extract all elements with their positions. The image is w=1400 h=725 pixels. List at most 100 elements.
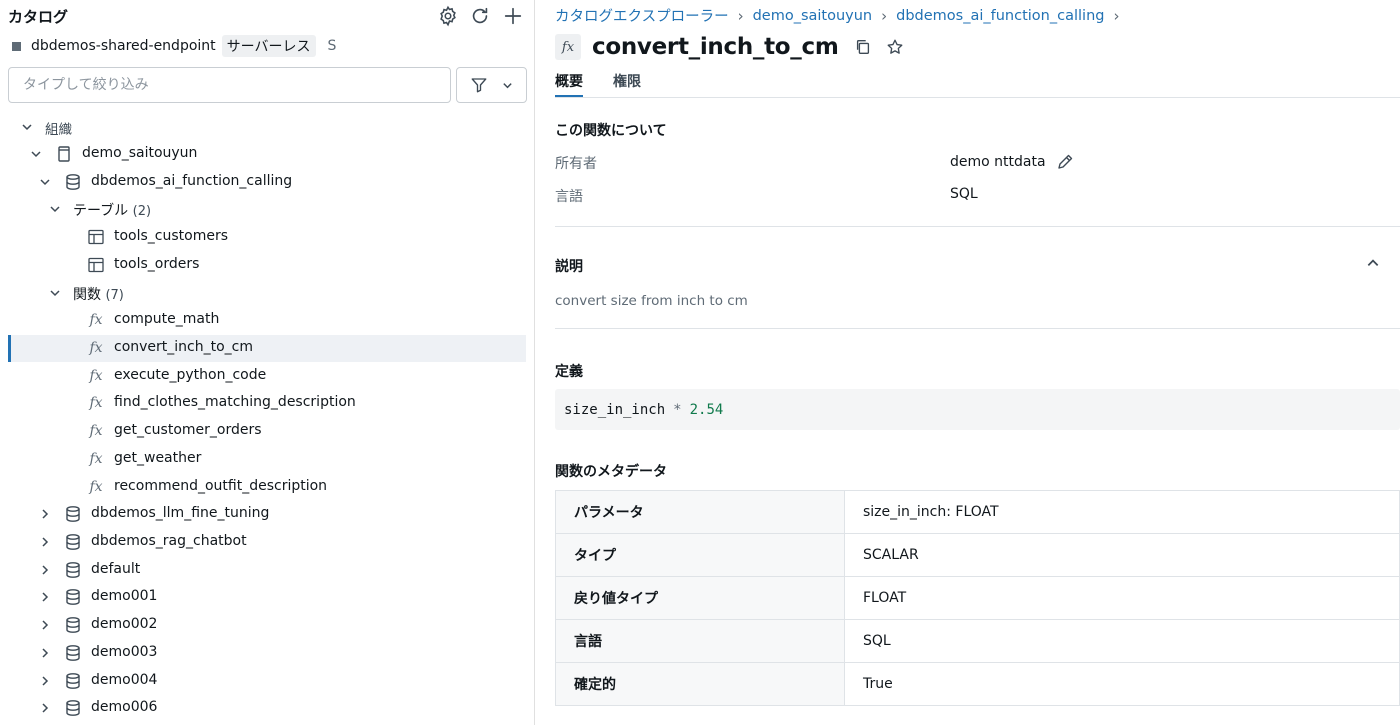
- tree-function-item[interactable]: fx get_customer_orders: [8, 418, 526, 445]
- catalog-icon: [55, 145, 73, 163]
- chevron-right-icon[interactable]: [38, 618, 52, 632]
- tree-schema-node[interactable]: demo001: [8, 584, 526, 611]
- code-identifier: size_in_inch: [564, 401, 666, 418]
- selection-indicator: [8, 335, 11, 362]
- tree-schema-node[interactable]: default: [8, 557, 526, 584]
- metadata-value: True: [844, 662, 1400, 706]
- metadata-value: FLOAT: [844, 576, 1400, 620]
- tree-tables-group[interactable]: テーブル (2): [8, 196, 526, 223]
- endpoint-name: dbdemos-shared-endpoint: [31, 38, 216, 54]
- tree-function-item[interactable]: fx recommend_outfit_description: [8, 474, 526, 501]
- tree-schema-label: demo003: [91, 644, 158, 660]
- chevron-right-icon[interactable]: [38, 590, 52, 604]
- function-icon: fx: [555, 34, 581, 60]
- definition-code-block: size_in_inch * 2.54: [555, 389, 1400, 430]
- chevron-down-icon[interactable]: [48, 202, 62, 216]
- tree-function-label: get_weather: [114, 450, 202, 466]
- copy-icon[interactable]: [853, 37, 873, 57]
- chevron-down-icon[interactable]: [48, 286, 62, 300]
- tab-overview[interactable]: 概要: [555, 69, 583, 98]
- function-icon: fx: [89, 479, 103, 495]
- tree-schema-label: default: [91, 561, 141, 577]
- chevron-up-icon[interactable]: [1366, 256, 1382, 272]
- plus-icon[interactable]: [502, 5, 524, 27]
- code-number: 2.54: [689, 401, 724, 418]
- chevron-right-icon: ›: [881, 6, 888, 25]
- tree-catalog-node[interactable]: demo_saitouyun: [8, 141, 526, 168]
- tree-schema-node[interactable]: demo006: [8, 695, 526, 722]
- chevron-right-icon[interactable]: [38, 701, 52, 715]
- function-icon: fx: [89, 312, 103, 328]
- tree-schema-label: demo001: [91, 588, 158, 604]
- function-icon: fx: [89, 395, 103, 411]
- breadcrumb-link[interactable]: demo_saitouyun: [753, 8, 873, 24]
- function-icon: fx: [89, 340, 103, 356]
- filter-input[interactable]: [8, 67, 451, 103]
- chevron-right-icon[interactable]: [38, 535, 52, 549]
- chevron-down-icon: [503, 82, 512, 88]
- chevron-right-icon[interactable]: [38, 507, 52, 521]
- breadcrumb-link[interactable]: カタログエクスプローラー: [555, 5, 729, 26]
- tree-schema-node[interactable]: demo004: [8, 668, 526, 695]
- endpoint-selector[interactable]: dbdemos-shared-endpoint サーバーレス S: [12, 35, 336, 57]
- function-icon: fx: [89, 451, 103, 467]
- tree-function-item[interactable]: fx get_weather: [8, 446, 526, 473]
- tree-schema-node[interactable]: dbdemos_ai_function_calling: [8, 169, 526, 196]
- language-value: SQL: [950, 186, 978, 202]
- tree-schema-node[interactable]: demo003: [8, 640, 526, 667]
- database-icon: [64, 173, 82, 191]
- chevron-right-icon[interactable]: [38, 563, 52, 577]
- tree-schema-node[interactable]: demo002: [8, 612, 526, 639]
- database-icon: [64, 672, 82, 690]
- table-row: 言語 SQL: [555, 619, 1400, 663]
- tree-function-label: execute_python_code: [114, 367, 267, 383]
- tree-table-label: tools_customers: [114, 228, 229, 244]
- tree-function-label: recommend_outfit_description: [114, 478, 328, 494]
- section-divider: [555, 226, 1400, 227]
- metadata-key: パラメータ: [555, 490, 845, 534]
- tree-schema-label: dbdemos_llm_fine_tuning: [91, 505, 270, 521]
- tree-table-item[interactable]: tools_customers: [8, 224, 526, 251]
- section-divider: [555, 328, 1400, 329]
- tree-function-label: find_clothes_matching_description: [114, 394, 356, 410]
- filter-icon: [471, 78, 487, 93]
- page-title: convert_inch_to_cm: [592, 34, 839, 60]
- table-row: パラメータ size_in_inch: FLOAT: [555, 490, 1400, 534]
- catalog-sidebar: カタログ dbdemos-shared-endpoint サーバーレス S 組織…: [0, 0, 535, 725]
- chevron-down-icon[interactable]: [38, 175, 52, 189]
- tree-function-item-selected[interactable]: fx convert_inch_to_cm: [8, 335, 526, 362]
- functions-count: (7): [105, 288, 124, 303]
- chevron-right-icon: ›: [1113, 6, 1120, 25]
- database-icon: [64, 616, 82, 634]
- refresh-icon[interactable]: [469, 5, 491, 27]
- chevron-right-icon[interactable]: [38, 674, 52, 688]
- tree-table-label: tools_orders: [114, 256, 200, 272]
- filter-button[interactable]: [456, 67, 527, 103]
- owner-value-group: demo nttdata: [950, 153, 1074, 171]
- chevron-down-icon[interactable]: [29, 147, 43, 161]
- catalog-title: カタログ: [8, 8, 69, 26]
- breadcrumb-link[interactable]: dbdemos_ai_function_calling: [896, 8, 1104, 24]
- table-icon: [87, 256, 105, 274]
- star-icon[interactable]: [885, 37, 905, 57]
- pencil-icon[interactable]: [1056, 153, 1074, 171]
- function-icon: fx: [89, 368, 103, 384]
- tree-schema-node[interactable]: dbdemos_llm_fine_tuning: [8, 501, 526, 528]
- tree-table-item[interactable]: tools_orders: [8, 252, 526, 279]
- tree-functions-group[interactable]: 関数 (7): [8, 280, 526, 307]
- tree-function-item[interactable]: fx find_clothes_matching_description: [8, 390, 526, 417]
- tree-function-item[interactable]: fx compute_math: [8, 307, 526, 334]
- tab-permissions[interactable]: 権限: [613, 69, 641, 98]
- tree-function-item[interactable]: fx execute_python_code: [8, 363, 526, 390]
- chevron-right-icon: ›: [737, 6, 744, 25]
- chevron-right-icon[interactable]: [38, 646, 52, 660]
- metadata-key: 言語: [555, 619, 845, 663]
- metadata-key: 戻り値タイプ: [555, 576, 845, 620]
- tree-org-node[interactable]: 組織: [8, 114, 526, 141]
- chevron-down-icon[interactable]: [20, 120, 34, 134]
- tree-catalog-label: demo_saitouyun: [82, 145, 198, 161]
- tree-schema-node[interactable]: dbdemos_rag_chatbot: [8, 529, 526, 556]
- metadata-key: 確定的: [555, 662, 845, 706]
- gear-icon[interactable]: [437, 5, 459, 27]
- endpoint-status-icon: [12, 41, 21, 51]
